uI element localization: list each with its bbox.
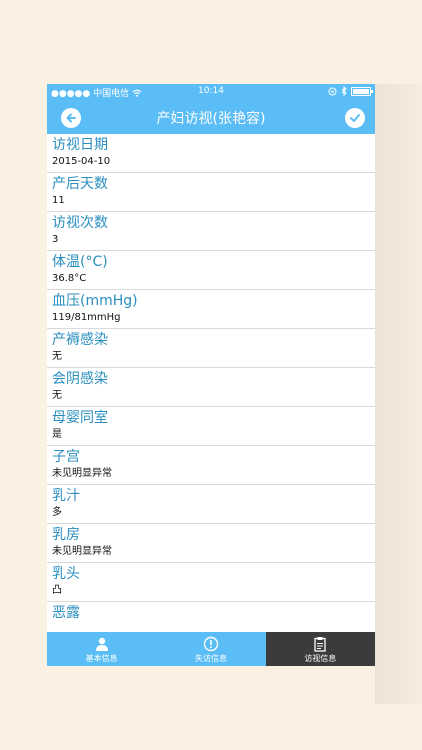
clipboard-icon xyxy=(314,637,326,652)
field-label: 会阴感染 xyxy=(52,371,108,387)
list-item: 恶露 xyxy=(47,602,375,632)
phone-screen: ●●●●● 中国电信 10:14 产妇访视(张艳容) 访视日期 2015-04-… xyxy=(47,84,375,666)
tab-lost-info[interactable]: 失访信息 xyxy=(156,632,266,666)
confirm-button[interactable] xyxy=(345,108,365,128)
field-label: 访视日期 xyxy=(52,137,108,153)
visit-detail-list[interactable]: 访视日期 2015-04-10 产后天数 11 访视次数 3 体温(°C) 36… xyxy=(47,134,375,632)
person-icon xyxy=(95,637,108,651)
list-item: 乳房 未见明显异常 xyxy=(47,524,375,563)
tab-bar: 基本信息 失访信息 访视信息 xyxy=(47,632,375,666)
list-item: 母婴同室 是 xyxy=(47,407,375,446)
tab-label: 访视信息 xyxy=(304,654,337,663)
field-label: 乳汁 xyxy=(52,488,80,504)
field-value: 3 xyxy=(52,234,59,245)
tab-basic-info[interactable]: 基本信息 xyxy=(47,632,157,666)
list-item: 体温(°C) 36.8°C xyxy=(47,251,375,290)
field-value: 36.8°C xyxy=(52,273,87,284)
field-label: 母婴同室 xyxy=(52,410,108,426)
list-item: 访视日期 2015-04-10 xyxy=(47,134,375,173)
field-value: 未见明显异常 xyxy=(52,468,112,479)
field-label: 产后天数 xyxy=(52,176,108,192)
field-label: 血压(mmHg) xyxy=(52,293,138,309)
list-item: 会阴感染 无 xyxy=(47,368,375,407)
field-label: 子宫 xyxy=(52,449,80,465)
field-value: 多 xyxy=(52,507,62,518)
field-label: 访视次数 xyxy=(52,215,108,231)
field-value: 无 xyxy=(52,351,62,362)
tab-label: 失访信息 xyxy=(194,654,227,663)
list-item: 血压(mmHg) 119/81mmHg xyxy=(47,290,375,329)
battery-icon xyxy=(351,86,373,96)
field-value: 无 xyxy=(52,390,62,401)
status-time: 10:14 xyxy=(198,86,224,96)
field-value: 11 xyxy=(52,195,65,206)
field-label: 恶露 xyxy=(52,605,80,621)
alert-icon xyxy=(203,636,219,652)
status-right xyxy=(328,86,373,96)
nav-bar: 产妇访视(张艳容) xyxy=(47,100,375,134)
field-label: 乳房 xyxy=(52,527,80,543)
field-value: 是 xyxy=(52,429,62,440)
field-value: 119/81mmHg xyxy=(52,312,121,323)
tab-visit-info[interactable]: 访视信息 xyxy=(265,632,375,666)
list-item: 产后天数 11 xyxy=(47,173,375,212)
list-item: 访视次数 3 xyxy=(47,212,375,251)
list-item: 产褥感染 无 xyxy=(47,329,375,368)
field-label: 产褥感染 xyxy=(52,332,108,348)
rotation-lock-icon xyxy=(328,87,337,95)
field-label: 乳头 xyxy=(52,566,80,582)
page-title: 产妇访视(张艳容) xyxy=(156,111,266,127)
bluetooth-icon xyxy=(341,86,347,96)
field-value: 2015-04-10 xyxy=(52,156,111,167)
list-item: 子宫 未见明显异常 xyxy=(47,446,375,485)
status-bar: ●●●●● 中国电信 10:14 xyxy=(47,84,375,100)
background-shadow xyxy=(375,84,422,704)
list-item: 乳汁 多 xyxy=(47,485,375,524)
field-value: 凸 xyxy=(52,585,62,596)
checkmark-icon xyxy=(350,114,360,122)
field-value: 未见明显异常 xyxy=(52,546,112,557)
field-label: 体温(°C) xyxy=(52,254,108,270)
list-item: 乳头 凸 xyxy=(47,563,375,602)
tab-label: 基本信息 xyxy=(85,654,118,663)
